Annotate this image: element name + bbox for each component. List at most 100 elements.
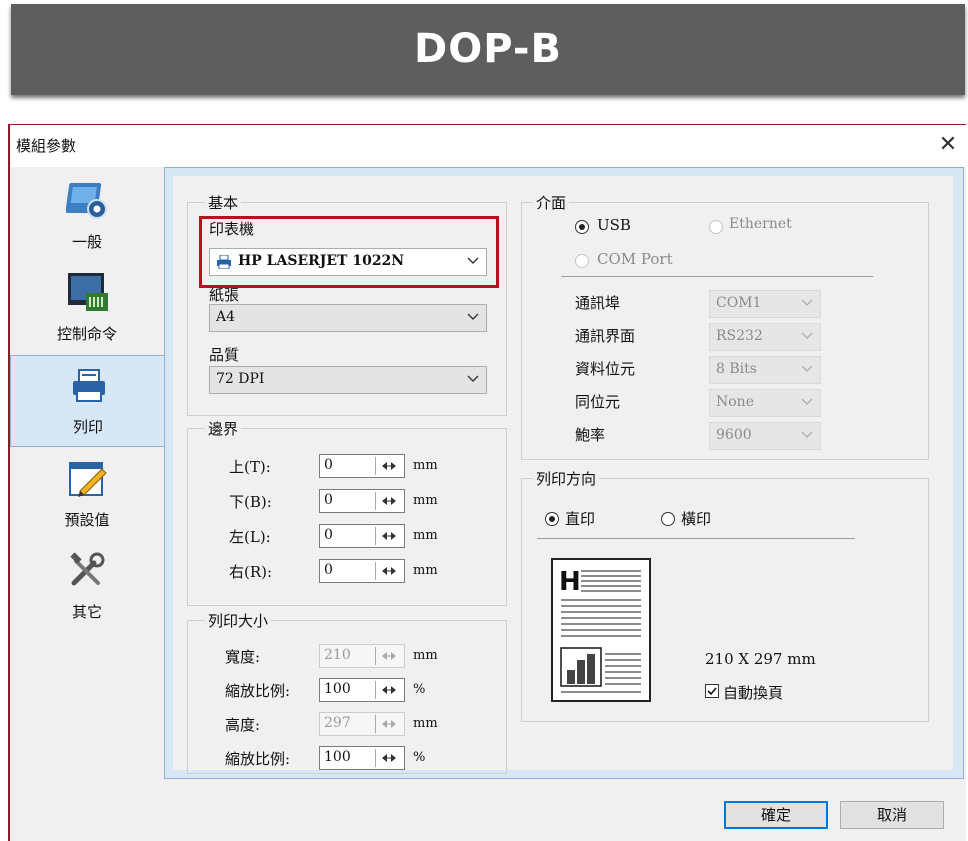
nav-label: 列印	[72, 418, 103, 436]
margin-group-title: 邊界	[205, 418, 242, 439]
number-stepper[interactable]: 0	[319, 454, 405, 478]
unit-label: mm	[413, 716, 438, 731]
landscape-radio[interactable]	[661, 512, 675, 526]
stepper-value: 100	[324, 681, 351, 697]
nav-item-print[interactable]: 列印	[10, 355, 164, 447]
stepper-arrows-icon[interactable]	[375, 749, 402, 767]
unit-label: mm	[413, 648, 438, 663]
portrait-radio[interactable]	[545, 512, 559, 526]
category-nav: 一般 控制命令 列印 預設值 其它	[10, 167, 164, 779]
basic-group-title: 基本	[205, 192, 242, 213]
field-label: 高度:	[225, 716, 261, 734]
stepper-arrows-icon[interactable]	[375, 715, 402, 733]
unit-label: mm	[413, 458, 438, 473]
close-button[interactable]: ✕	[932, 129, 964, 161]
stepper-arrows-icon[interactable]	[375, 647, 402, 665]
unit-label: mm	[413, 528, 438, 543]
module-parameters-dialog: 模組參數 ✕ 一般 控制命令 列印 預設值 其它 基本 印表機 HP LASER…	[8, 124, 966, 841]
number-stepper[interactable]: 100	[319, 746, 405, 770]
chevron-down-icon	[801, 299, 813, 306]
ok-button[interactable]: 確定	[724, 801, 828, 829]
interface-field-select[interactable]: 9600	[709, 422, 821, 450]
interface-group-title: 介面	[533, 192, 570, 213]
quality-select[interactable]: 72 DPI	[209, 366, 487, 394]
interface-field-value: 9600	[716, 427, 752, 443]
stepper-value: 0	[324, 492, 333, 508]
unit-label: %	[413, 750, 426, 765]
stepper-arrows-icon[interactable]	[375, 562, 402, 580]
chevron-down-icon	[467, 375, 479, 382]
page-preview-icon: H	[551, 558, 651, 702]
interface-field-value: None	[716, 394, 754, 410]
com-port-radio[interactable]	[575, 254, 589, 268]
portrait-label: 直印	[565, 510, 596, 528]
settings-panel: 基本 印表機 HP LASERJET 1022N 紙張 A4 品質 72 DPI	[164, 167, 964, 779]
nav-item-control-command[interactable]: 控制命令	[10, 263, 164, 355]
field-label: 左(L):	[229, 528, 271, 546]
ethernet-radio[interactable]	[709, 220, 723, 234]
auto-page-checkbox[interactable]	[705, 684, 719, 698]
unit-label: mm	[413, 493, 438, 508]
auto-page-label: 自動換頁	[723, 684, 784, 702]
terminal-icon	[68, 273, 108, 311]
orientation-divider	[537, 538, 855, 539]
dialog-titlebar: 模組參數 ✕	[10, 125, 966, 167]
usb-radio[interactable]	[575, 220, 589, 234]
field-label: 右(R):	[229, 563, 273, 581]
interface-field-select[interactable]: 8 Bits	[709, 356, 821, 384]
ethernet-label: Ethernet	[729, 216, 792, 232]
field-label: 縮放比例:	[225, 682, 291, 700]
chevron-down-icon	[467, 313, 479, 320]
banner-title: DOP-B	[414, 26, 562, 72]
printer-highlight-box	[199, 216, 499, 288]
stepper-arrows-icon[interactable]	[375, 681, 402, 699]
chevron-down-icon	[801, 398, 813, 405]
number-stepper[interactable]: 0	[319, 489, 405, 513]
number-stepper[interactable]: 210	[319, 644, 405, 668]
interface-field-select[interactable]: None	[709, 389, 821, 417]
dialog-title: 模組參數	[16, 137, 77, 155]
interface-field-label: 通訊埠	[575, 294, 621, 312]
number-stepper[interactable]: 100	[319, 678, 405, 702]
interface-field-label: 鮑率	[575, 426, 606, 444]
interface-divider	[561, 276, 873, 277]
cancel-button[interactable]: 取消	[840, 801, 944, 829]
nav-label: 一般	[71, 233, 102, 251]
page-size-text: 210 X 297 mm	[705, 650, 816, 668]
interface-field-select[interactable]: RS232	[709, 323, 821, 351]
quality-value: 72 DPI	[216, 371, 265, 387]
number-stepper[interactable]: 0	[319, 524, 405, 548]
com-port-label: COM Port	[597, 250, 673, 268]
paper-label: 紙張	[209, 286, 240, 304]
interface-field-label: 同位元	[575, 393, 621, 411]
unit-label: mm	[413, 563, 438, 578]
stepper-value: 297	[324, 715, 351, 731]
tools-icon	[70, 552, 105, 586]
stepper-arrows-icon[interactable]	[375, 492, 402, 510]
stepper-arrows-icon[interactable]	[375, 457, 402, 475]
chevron-down-icon	[801, 431, 813, 438]
stepper-value: 0	[324, 457, 333, 473]
field-label: 縮放比例:	[225, 750, 291, 768]
nav-item-general[interactable]: 一般	[10, 171, 164, 263]
number-stepper[interactable]: 0	[319, 559, 405, 583]
svg-text:H: H	[559, 567, 581, 597]
interface-field-label: 資料位元	[575, 360, 636, 378]
stepper-value: 0	[324, 527, 333, 543]
nav-label: 控制命令	[56, 325, 117, 343]
nav-item-other[interactable]: 其它	[10, 541, 164, 633]
stepper-value: 210	[324, 647, 351, 663]
settings-panel-inner: 基本 印表機 HP LASERJET 1022N 紙張 A4 品質 72 DPI	[173, 176, 953, 774]
nav-item-defaults[interactable]: 預設值	[10, 449, 164, 541]
interface-field-value: RS232	[716, 328, 763, 344]
interface-field-select[interactable]: COM1	[709, 290, 821, 318]
stepper-arrows-icon[interactable]	[375, 527, 402, 545]
paper-select[interactable]: A4	[209, 304, 487, 332]
field-label: 下(B):	[229, 493, 272, 511]
stepper-value: 100	[324, 749, 351, 765]
number-stepper[interactable]: 297	[319, 712, 405, 736]
paper-value: A4	[216, 309, 236, 325]
print-size-group-title: 列印大小	[205, 610, 272, 631]
nav-label: 其它	[71, 603, 102, 621]
orientation-group-title: 列印方向	[533, 468, 600, 489]
